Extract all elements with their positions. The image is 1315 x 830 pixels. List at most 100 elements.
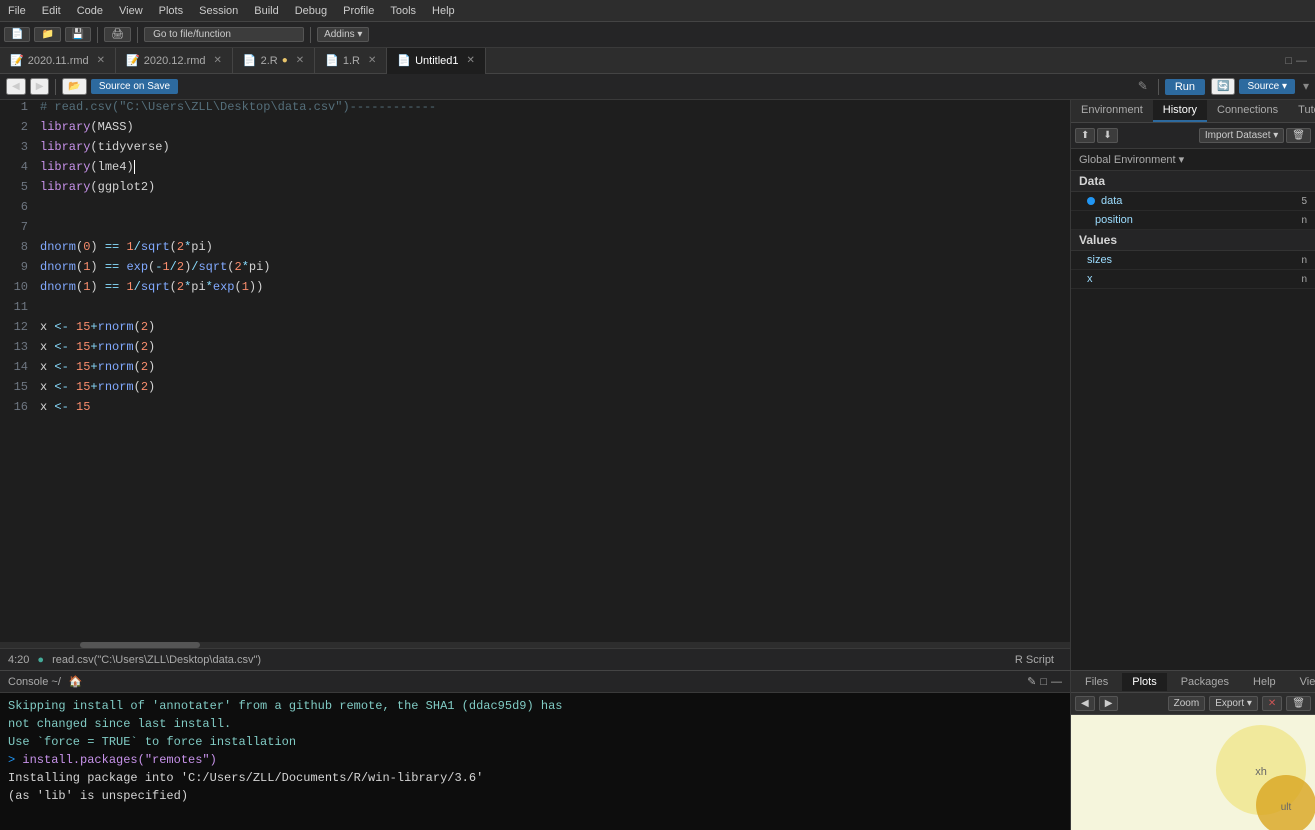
tab-2020-12-rmd[interactable]: 📝 2020.12.rmd ✕ xyxy=(116,48,233,74)
menu-file[interactable]: File xyxy=(0,5,34,17)
rb-tab-packages[interactable]: Packages xyxy=(1171,673,1239,691)
tab-close[interactable]: ✕ xyxy=(296,55,304,66)
console-edit-icon[interactable]: ✎ xyxy=(1027,675,1036,688)
env-header: Global Environment ▾ xyxy=(1071,149,1315,171)
menu-profile[interactable]: Profile xyxy=(335,5,382,17)
global-env-label[interactable]: Global Environment ▾ xyxy=(1079,154,1184,166)
print-btn[interactable]: 🖨 xyxy=(104,27,131,42)
tab-1r[interactable]: 📄 1.R ✕ xyxy=(315,48,387,74)
env-item-x: x n xyxy=(1071,270,1315,289)
menu-session[interactable]: Session xyxy=(191,5,246,17)
save-workspace-btn[interactable]: ⬇ xyxy=(1097,128,1117,143)
line-num-14: 14 xyxy=(0,360,36,380)
import-dataset-btn[interactable]: Import Dataset ▾ xyxy=(1199,128,1284,143)
line-num-10: 10 xyxy=(0,280,36,300)
menu-build[interactable]: Build xyxy=(246,5,286,17)
code-line-10: 10 dnorm(1) == 1/sqrt(2*pi*exp(1)) xyxy=(0,280,1070,300)
toolbar-sep-1 xyxy=(97,27,98,43)
tab-untitled1[interactable]: 📄 Untitled1 ✕ xyxy=(387,48,486,74)
menu-code[interactable]: Code xyxy=(69,5,111,17)
rb-tab-plots[interactable]: Plots xyxy=(1122,673,1166,691)
rb-tab-help[interactable]: Help xyxy=(1243,673,1286,691)
sep2 xyxy=(1158,79,1159,95)
code-line-6: 6 xyxy=(0,200,1070,220)
source-on-save-btn[interactable]: Source on Save xyxy=(91,79,178,94)
clear-console-btn[interactable]: 🗑 xyxy=(1286,128,1311,143)
rb-tab-files[interactable]: Files xyxy=(1075,673,1118,691)
show-in-file-btn[interactable]: 📂 xyxy=(62,78,86,95)
line-content-16: x <- 15 xyxy=(36,400,1070,420)
env-name-data: data xyxy=(1101,195,1301,207)
values-section-title: Values xyxy=(1071,230,1315,251)
code-line-4: 4 library(lme4) xyxy=(0,160,1070,180)
load-workspace-btn[interactable]: ⬆ xyxy=(1075,128,1095,143)
line-content-10: dnorm(1) == 1/sqrt(2*pi*exp(1)) xyxy=(36,280,1070,300)
rb-tab-viewer[interactable]: Viewer xyxy=(1290,673,1315,691)
open-btn[interactable]: 📁 xyxy=(34,27,60,42)
console-minimize-icon[interactable]: — xyxy=(1051,676,1062,688)
save-btn[interactable]: 💾 xyxy=(65,27,91,42)
right-tab-tutorial[interactable]: Tutorial xyxy=(1288,100,1315,122)
new-file-btn[interactable]: 📄 xyxy=(4,27,30,42)
menu-tools[interactable]: Tools xyxy=(382,5,424,17)
menu-help[interactable]: Help xyxy=(424,5,463,17)
env-val-sizes: n xyxy=(1301,255,1307,266)
forward-btn[interactable]: ▶ xyxy=(30,78,50,95)
env-name-sizes: sizes xyxy=(1087,254,1301,266)
console-content: Skipping install of 'annotater' from a g… xyxy=(0,693,1070,830)
menu-edit[interactable]: Edit xyxy=(34,5,69,17)
source-options-icon[interactable]: ▾ xyxy=(1303,79,1309,94)
line-content-11 xyxy=(36,300,1070,320)
line-content-4: library(lme4) xyxy=(36,160,1070,180)
source-btn[interactable]: Source ▾ xyxy=(1239,79,1294,94)
zoom-btn[interactable]: Zoom xyxy=(1168,696,1206,711)
line-content-12: x <- 15+rnorm(2) xyxy=(36,320,1070,340)
tab-close[interactable]: ✕ xyxy=(97,55,105,66)
console-line-3: Use `force = TRUE` to force installation xyxy=(8,733,1062,751)
reload-icon[interactable]: 🔄 xyxy=(1211,78,1235,95)
menu-plots[interactable]: Plots xyxy=(151,5,191,17)
env-name-x: x xyxy=(1087,273,1301,285)
plot-area: xh ult xyxy=(1071,715,1315,830)
tab-close[interactable]: ✕ xyxy=(214,55,222,66)
right-bottom-panel: Files Plots Packages Help Viewer ◀ ▶ Zoo… xyxy=(1070,671,1315,830)
tab-close[interactable]: ✕ xyxy=(368,55,376,66)
minimize-icon[interactable]: — xyxy=(1296,55,1307,67)
env-val-x: n xyxy=(1301,274,1307,285)
code-line-2: 2 library(MASS) xyxy=(0,120,1070,140)
clear-plots-btn[interactable]: 🗑 xyxy=(1286,696,1311,711)
menu-view[interactable]: View xyxy=(111,5,151,17)
right-tab-connections[interactable]: Connections xyxy=(1207,100,1288,122)
console-home-icon[interactable]: 🏠 xyxy=(69,675,83,688)
menu-debug[interactable]: Debug xyxy=(287,5,335,17)
export-btn[interactable]: Export ▾ xyxy=(1209,696,1258,711)
tab-label: Untitled1 xyxy=(415,55,458,67)
env-toolbar: ⬆ ⬇ Import Dataset ▾ 🗑 xyxy=(1071,123,1315,149)
maximize-icon[interactable]: □ xyxy=(1285,55,1292,67)
remove-plot-btn[interactable]: ✕ xyxy=(1262,696,1282,711)
line-num-16: 16 xyxy=(0,400,36,420)
right-tab-history[interactable]: History xyxy=(1153,100,1207,122)
next-plot-btn[interactable]: ▶ xyxy=(1099,696,1119,711)
back-btn[interactable]: ◀ xyxy=(6,78,26,95)
data-section-title: Data xyxy=(1071,171,1315,192)
go-to-function-btn[interactable]: Go to file/function xyxy=(144,27,304,42)
tab-2020-11-rmd[interactable]: 📝 2020.11.rmd ✕ xyxy=(0,48,116,74)
pencil-icon: ✎ xyxy=(1138,79,1148,94)
addins-btn[interactable]: Addins ▾ xyxy=(317,27,369,42)
console-line-1: Skipping install of 'annotater' from a g… xyxy=(8,697,1062,715)
tab-2r[interactable]: 📄 2.R ● ✕ xyxy=(233,48,315,74)
run-btn[interactable]: Run xyxy=(1165,79,1205,95)
console-maximize-icon[interactable]: □ xyxy=(1040,676,1047,688)
prev-plot-btn[interactable]: ◀ xyxy=(1075,696,1095,711)
env-item-data: data 5 xyxy=(1071,192,1315,211)
line-content-3: library(tidyverse) xyxy=(36,140,1070,160)
tab-icon: 📝 xyxy=(126,54,140,67)
right-tabs: Environment History Connections Tutorial xyxy=(1071,100,1315,123)
console-line-2: not changed since last install. xyxy=(8,715,1062,733)
tab-close[interactable]: ✕ xyxy=(467,55,475,66)
code-area[interactable]: 1 # read.csv("C:\Users\ZLL\Desktop\data.… xyxy=(0,100,1070,642)
console-line-4: > install.packages("remotes") xyxy=(8,751,1062,769)
line-num-11: 11 xyxy=(0,300,36,320)
right-tab-environment[interactable]: Environment xyxy=(1071,100,1153,122)
